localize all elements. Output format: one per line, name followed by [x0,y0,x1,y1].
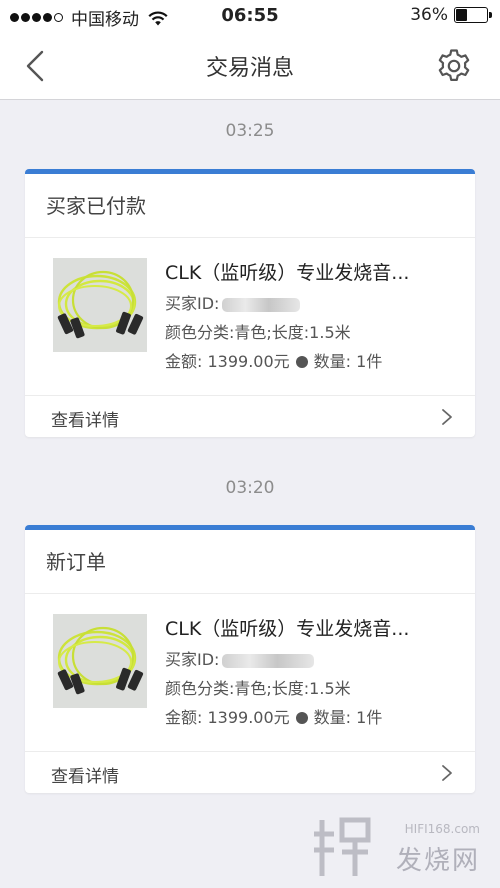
message-time: 03:25 [225,121,275,141]
dot-separator-icon [295,711,308,724]
chevron-right-icon [442,409,452,425]
view-details-row[interactable]: 查看详情 [25,396,475,437]
buyer-id-label: 买家ID: [165,650,220,669]
view-details-link[interactable]: 查看详情 [51,406,119,431]
card-body[interactable]: CLK（监听级）专业发烧音... 买家ID: 颜色分类:青色;长度:1.5米 金… [25,594,475,752]
product-title: CLK（监听级）专业发烧音... [165,262,410,284]
quantity: 数量: 1件 [313,708,383,727]
product-specs: 颜色分类:青色;长度:1.5米 [165,679,351,698]
buyer-id-label: 买家ID: [165,294,220,313]
product-specs: 颜色分类:青色;长度:1.5米 [165,323,351,342]
product-info: CLK（监听级）专业发烧音... 买家ID: 颜色分类:青色;长度:1.5米 金… [165,616,463,729]
product-image [53,614,147,708]
watermark-logo-icon [314,817,371,876]
battery-percent: 36% [410,5,448,25]
card-status: 买家已付款 [25,174,475,238]
product-image [53,258,147,352]
product-info: CLK（监听级）专业发烧音... 买家ID: 颜色分类:青色;长度:1.5米 金… [165,260,463,373]
nav-bar: 交易消息 [0,32,500,100]
card-status: 新订单 [25,530,475,594]
card-body[interactable]: CLK（监听级）专业发烧音... 买家ID: 颜色分类:青色;长度:1.5米 金… [25,238,475,396]
amount-row: 金额: 1399.00元 数量: 1件 [165,707,463,729]
order-card: 买家已付款 CLK（监听级）专业发烧音... 买家ID: 颜色分类:青色;长度:… [25,169,475,437]
product-title: CLK（监听级）专业发烧音... [165,618,410,640]
redacted-buyer-id [222,297,301,312]
dot-separator-icon [295,355,308,368]
view-details-row[interactable]: 查看详情 [25,752,475,793]
redacted-buyer-id [222,653,315,668]
quantity: 数量: 1件 [313,352,383,371]
page-title: 交易消息 [205,56,294,81]
watermark-name: 发烧网 [395,846,480,876]
order-card: 新订单 CLK（监听级）专业发烧音... 买家ID: 颜色分类:青色;长度:1.… [25,525,475,793]
view-details-link[interactable]: 查看详情 [51,762,119,787]
amount: 金额: 1399.00元 [165,352,290,371]
battery-icon [454,7,492,23]
buyer-id-row: 买家ID: [165,293,463,315]
watermark-url: HIFI168.com [404,822,480,836]
chevron-right-icon [442,765,452,781]
gear-icon[interactable] [436,48,472,84]
amount: 金额: 1399.00元 [165,708,290,727]
message-time: 03:20 [225,478,275,498]
status-bar: 中国移动 06:55 36% [0,0,500,32]
buyer-id-row: 买家ID: [165,649,463,671]
amount-row: 金额: 1399.00元 数量: 1件 [165,351,463,373]
watermark: HIFI168.com 发烧网 [312,812,482,882]
status-right: 36% [410,5,492,25]
